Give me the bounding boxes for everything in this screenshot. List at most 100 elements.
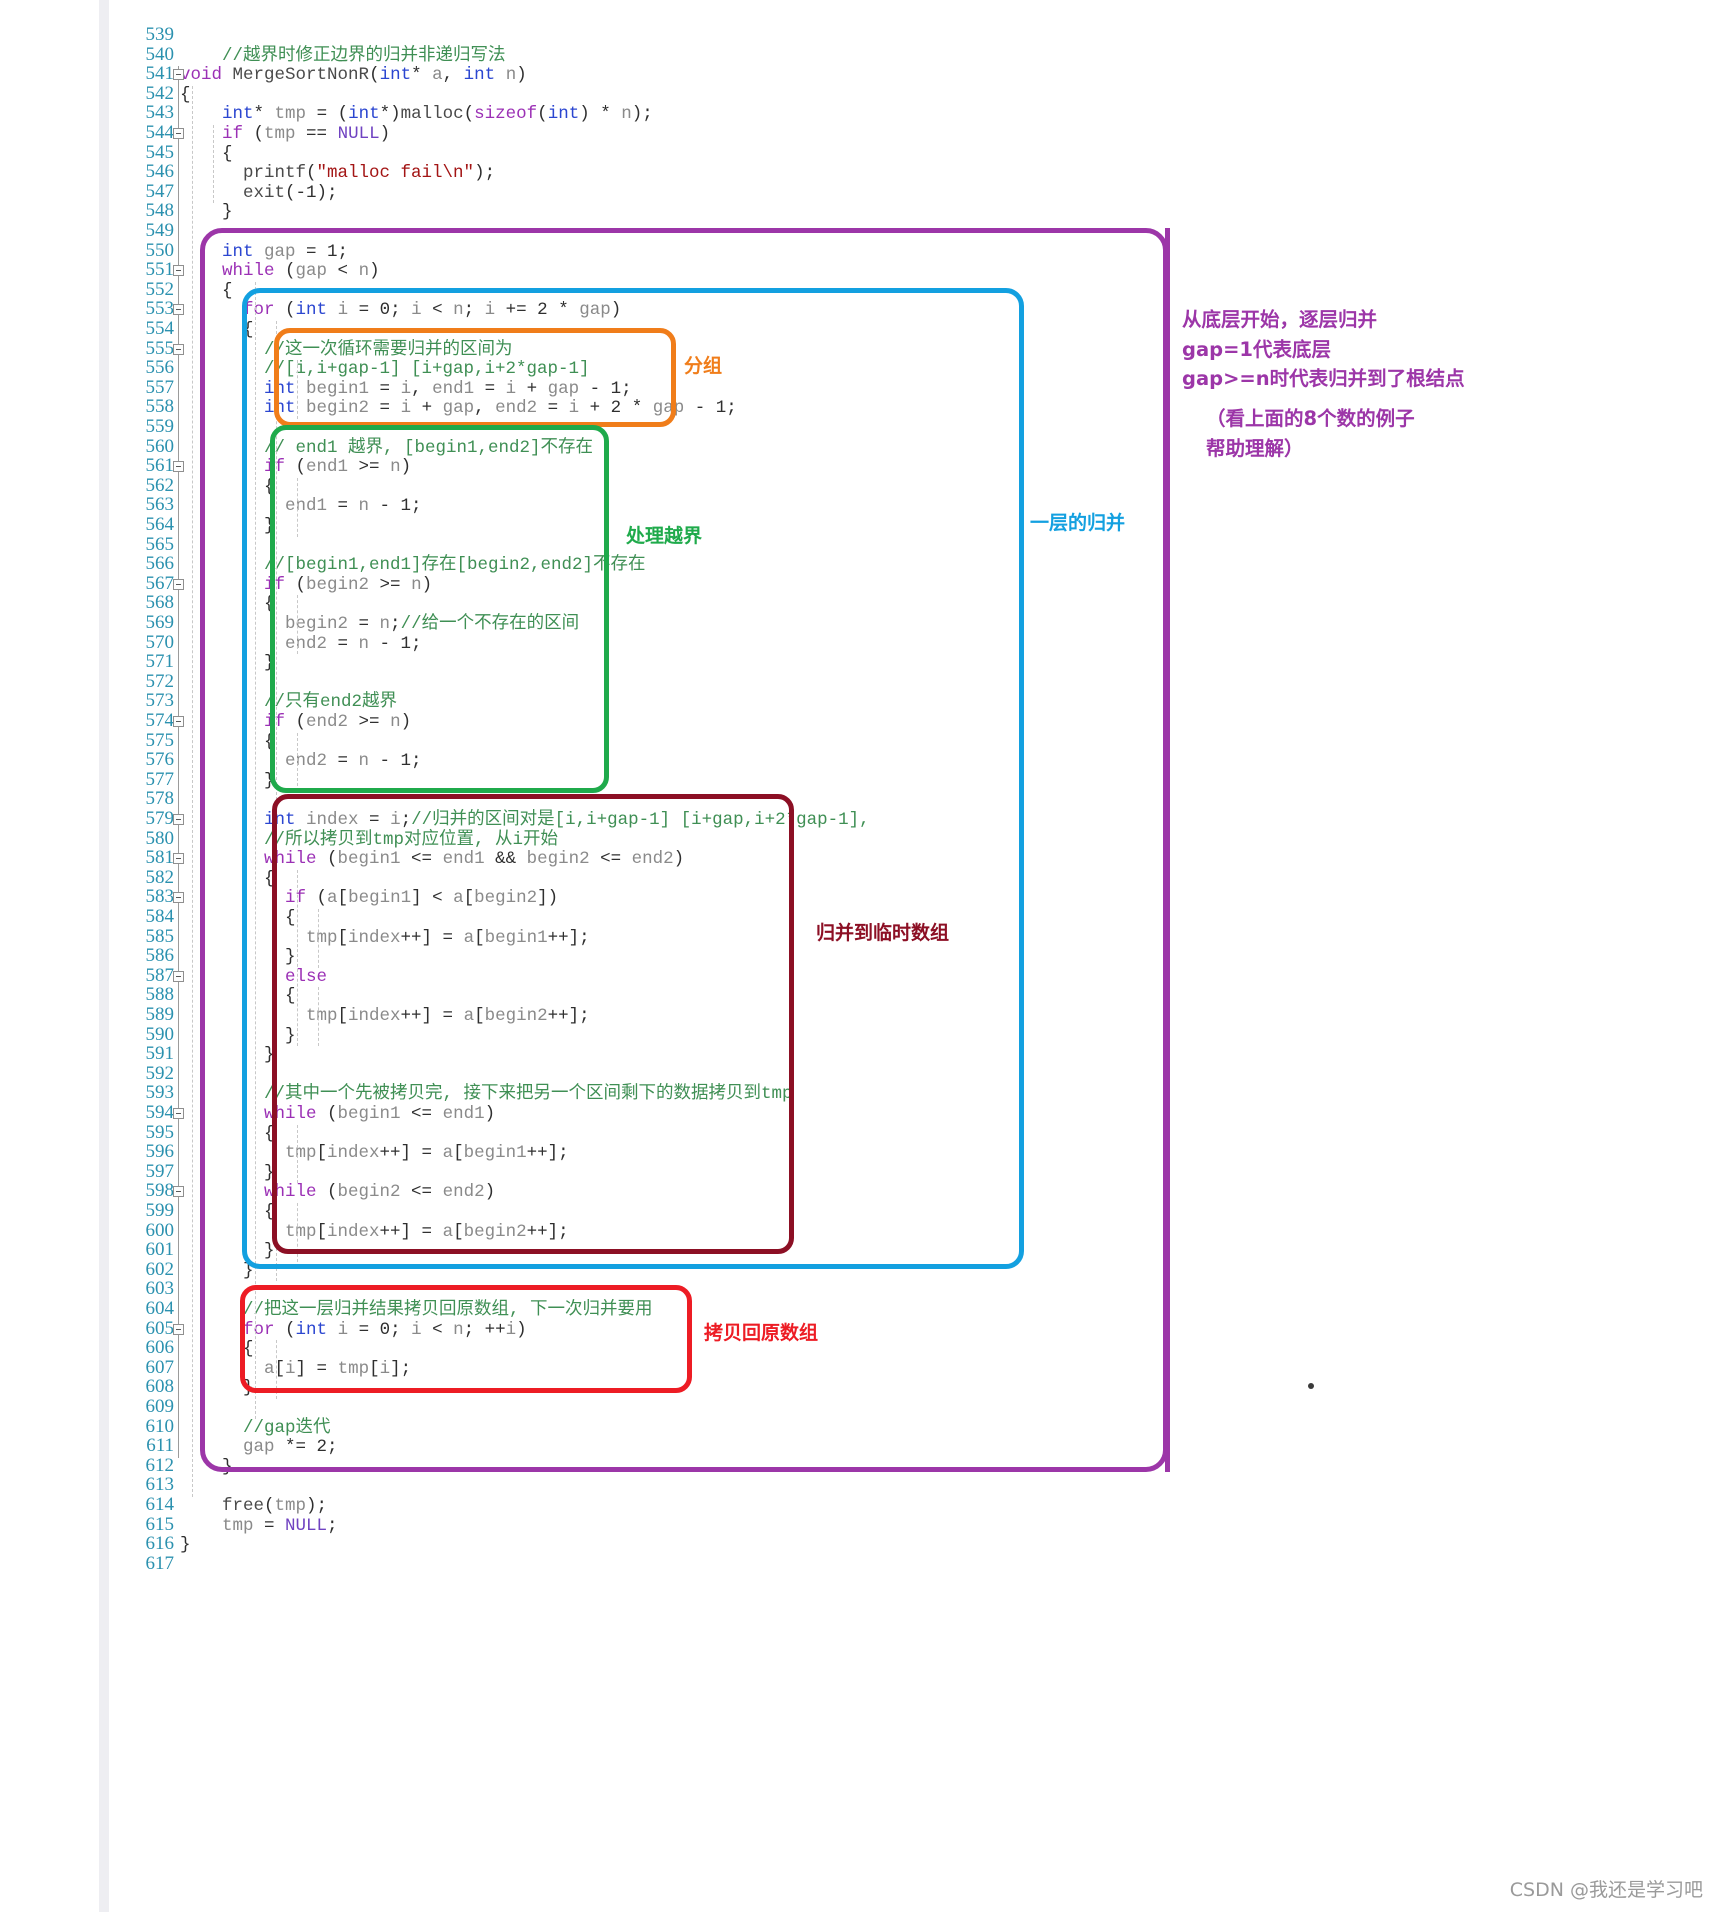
code-line[interactable]: end2 = n - 1; [285, 751, 422, 772]
purple-vertical-rule [1165, 228, 1170, 1472]
code-line[interactable]: int* tmp = (int*)malloc(sizeof(int) * n)… [222, 105, 653, 125]
code-line[interactable]: { [222, 144, 233, 165]
code-line[interactable]: { [264, 732, 275, 753]
code-line[interactable]: } [264, 771, 275, 792]
code-line[interactable]: while (gap < n) [222, 261, 380, 282]
code-line[interactable]: { [285, 987, 296, 1007]
code-fold-toggle[interactable] [173, 892, 184, 904]
code-line[interactable]: if (end1 >= n) [264, 457, 411, 478]
code-line[interactable]: //只有end2越界 [264, 693, 397, 713]
code-line[interactable]: } [285, 948, 296, 968]
code-fold-toggle[interactable] [173, 1186, 184, 1198]
annotation-label-label-bounds: 处理越界 [626, 525, 703, 547]
line-number: 613 [145, 1474, 175, 1496]
code-line[interactable]: if (end2 >= n) [264, 712, 411, 733]
code-line[interactable]: //把这一层归并结果拷贝回原数组, 下一次归并要用 [243, 1300, 653, 1321]
line-number: 539 [145, 24, 175, 45]
code-line[interactable]: while (begin1 <= end1 && begin2 <= end2) [264, 849, 684, 870]
code-line[interactable]: //[begin1,end1]存在[begin2,end2]不存在 [264, 555, 646, 576]
code-line[interactable]: } [180, 1536, 191, 1556]
code-line[interactable]: a[i] = tmp[i]; [264, 1359, 411, 1380]
code-fold-toggle[interactable] [173, 1108, 184, 1119]
code-line[interactable]: } [264, 654, 275, 674]
code-line[interactable]: { [264, 477, 275, 498]
code-line[interactable]: } [243, 1261, 254, 1282]
code-line[interactable]: while (begin2 <= end2) [264, 1183, 495, 1203]
side-note-4: （看上面的8个数的例子帮助理解） [1206, 407, 1415, 460]
code-line[interactable]: int gap = 1; [222, 242, 348, 263]
line-number: 604 [145, 1298, 175, 1319]
code-line[interactable]: if (a[begin1] < a[begin2]) [285, 889, 558, 909]
code-line[interactable]: while (begin1 <= end1) [264, 1104, 495, 1125]
line-number: 560 [145, 435, 175, 457]
code-line[interactable]: begin2 = n;//给一个不存在的区间 [285, 614, 579, 635]
code-line[interactable]: end2 = n - 1; [285, 634, 422, 655]
code-line[interactable]: //gap迭代 [243, 1418, 331, 1439]
code-line[interactable]: tmp[index++] = a[begin1++]; [285, 1143, 569, 1164]
code-fold-toggle[interactable] [173, 69, 184, 81]
indent-guide [255, 281, 256, 1419]
line-number: 568 [145, 592, 175, 614]
code-line[interactable]: tmp[index++] = a[begin2++]; [306, 1006, 590, 1027]
code-line[interactable]: tmp[index++] = a[begin1++]; [306, 928, 590, 949]
code-line[interactable]: } [222, 1457, 233, 1478]
code-fold-toggle[interactable] [173, 343, 184, 355]
code-line[interactable]: exit(-1); [243, 183, 338, 204]
code-line[interactable]: for (int i = 0; i < n; ++i) [243, 1320, 527, 1341]
line-number: 601 [145, 1239, 175, 1261]
code-line[interactable]: { [264, 869, 275, 890]
line-number: 554 [145, 318, 175, 339]
code-line[interactable]: { [264, 1124, 275, 1145]
code-fold-toggle[interactable] [173, 814, 184, 825]
code-line[interactable]: } [222, 203, 233, 223]
code-line[interactable]: { [243, 320, 254, 341]
code-line[interactable]: } [264, 1163, 275, 1184]
code-line[interactable]: } [243, 1379, 254, 1399]
code-line[interactable]: { [243, 1340, 254, 1360]
code-line[interactable]: if (begin2 >= n) [264, 575, 432, 596]
code-line[interactable]: //其中一个先被拷贝完, 接下来把另一个区间剩下的数据拷贝到tmp [264, 1085, 793, 1105]
code-fold-toggle[interactable] [173, 853, 184, 865]
code-line[interactable]: void MergeSortNonR(int* a, int n) [180, 65, 527, 86]
code-line[interactable]: printf("malloc fail\n"); [243, 163, 495, 184]
code-line[interactable]: { [264, 1202, 275, 1223]
code-line[interactable]: gap *= 2; [243, 1437, 338, 1458]
code-fold-toggle[interactable] [173, 128, 184, 139]
indent-guide [297, 1203, 298, 1262]
code-line[interactable]: //[i,i+gap-1] [i+gap,i+2*gap-1] [264, 359, 590, 380]
annotation-label-label-copy-back: 拷贝回原数组 [704, 1322, 819, 1344]
code-line[interactable]: //这一次循环需要归并的区间为 [264, 340, 513, 361]
code-line[interactable]: tmp[index++] = a[begin2++]; [285, 1222, 569, 1243]
code-line[interactable]: } [264, 1242, 275, 1262]
code-line[interactable]: // end1 越界, [begin1,end2]不存在 [264, 438, 593, 459]
code-line[interactable]: if (tmp == NULL) [222, 124, 390, 145]
code-line[interactable]: //越界时修正边界的归并非递归写法 [222, 46, 506, 67]
code-line[interactable]: } [285, 1026, 296, 1047]
code-line[interactable]: } [264, 1046, 275, 1066]
code-editor-surface[interactable]: 539 540 //越界时修正边界的归并非递归写法 541 void MergeSort… [0, 0, 1719, 1912]
code-line[interactable]: int begin1 = i, end1 = i + gap - 1; [264, 379, 632, 400]
code-line[interactable]: free(tmp); [222, 1496, 327, 1517]
code-line[interactable]: { [264, 595, 275, 615]
code-line[interactable]: for (int i = 0; i < n; i += 2 * gap) [243, 301, 621, 321]
line-number: 569 [145, 612, 175, 633]
code-line[interactable]: tmp = NULL; [222, 1516, 338, 1537]
line-number: 558 [145, 396, 175, 418]
code-fold-toggle[interactable] [173, 716, 184, 727]
code-fold-toggle[interactable] [173, 970, 184, 982]
code-line[interactable]: } [264, 516, 275, 537]
code-line[interactable]: else [285, 967, 327, 988]
code-line[interactable]: int begin2 = i + gap, end2 = i + 2 * gap… [264, 399, 737, 419]
code-line[interactable]: { [285, 908, 296, 929]
code-line[interactable]: //所以拷贝到tmp对应位置, 从i开始 [264, 830, 558, 851]
code-fold-toggle[interactable] [173, 265, 184, 277]
line-number: 586 [145, 945, 175, 967]
code-fold-toggle[interactable] [173, 304, 184, 316]
code-fold-toggle[interactable] [173, 461, 184, 473]
code-fold-toggle[interactable] [173, 1323, 184, 1335]
code-line[interactable]: int index = i;//归并的区间对是[i,i+gap-1] [i+ga… [264, 810, 870, 831]
code-line[interactable]: { [180, 85, 191, 106]
code-fold-toggle[interactable] [173, 578, 184, 590]
code-line[interactable]: { [222, 281, 233, 302]
code-line[interactable]: end1 = n - 1; [285, 497, 422, 517]
